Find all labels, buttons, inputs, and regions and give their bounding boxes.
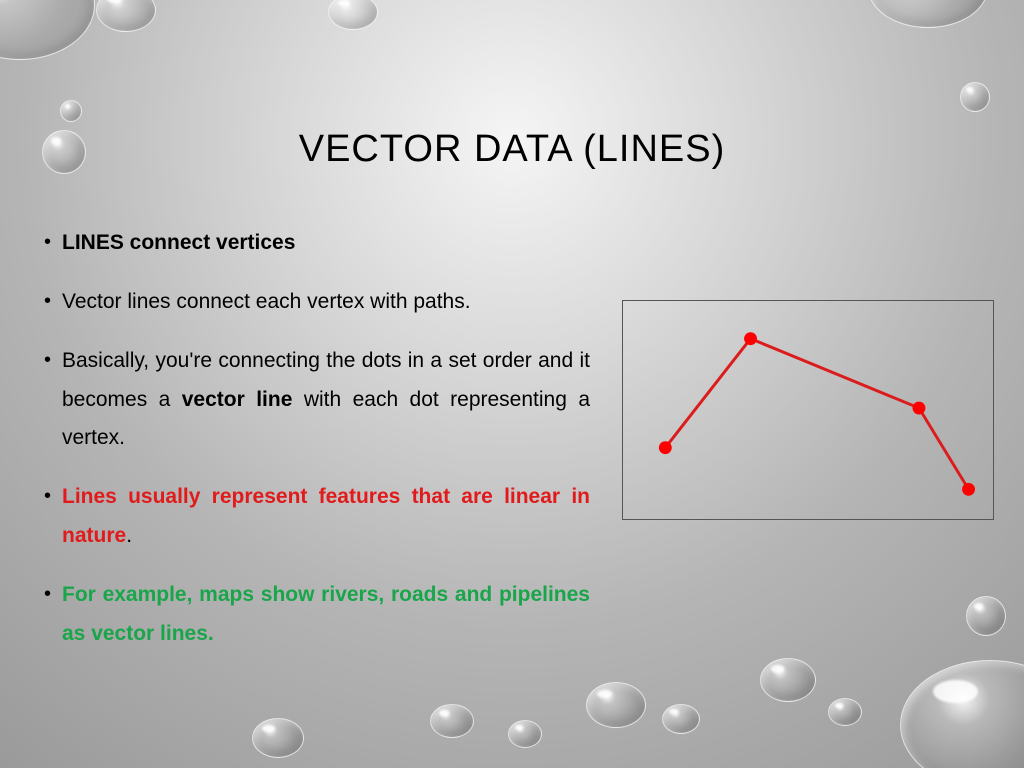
- bubble-deco: [662, 704, 700, 734]
- line-svg: [623, 301, 993, 519]
- bubble-deco: [508, 720, 542, 748]
- slide-title: VECTOR DATA (LINES): [0, 128, 1024, 171]
- bullet-item: For example, maps show rivers, roads and…: [40, 576, 590, 654]
- bubble-deco: [828, 698, 862, 726]
- bubble-deco: [96, 0, 156, 32]
- bubble-deco: [0, 0, 95, 60]
- bullet-item: Vector lines connect each vertex with pa…: [40, 283, 590, 322]
- bubble-deco: [60, 100, 82, 122]
- bubble-deco: [430, 704, 474, 738]
- bullet-text-red: Lines usually represent features that ar…: [62, 485, 590, 547]
- bullet-text: .: [126, 524, 132, 547]
- bullet-list: LINES connect vertices Vector lines conn…: [40, 224, 590, 674]
- bubble-deco: [960, 82, 990, 112]
- bullet-item: Basically, you're connecting the dots in…: [40, 342, 590, 459]
- line-diagram: [622, 300, 994, 520]
- bullet-text: LINES connect vertices: [62, 231, 295, 254]
- bubble-deco: [760, 658, 816, 702]
- bullet-item: LINES connect vertices: [40, 224, 590, 263]
- bubble-deco: [252, 718, 304, 758]
- bullet-text-strong: vector line: [182, 388, 293, 411]
- bullet-text: Vector lines connect each vertex with pa…: [62, 290, 471, 313]
- bubble-deco: [868, 0, 988, 28]
- bubble-deco: [328, 0, 378, 30]
- bubble-deco: [586, 682, 646, 728]
- bubble-deco: [900, 660, 1024, 768]
- bullet-text-green: For example, maps show rivers, roads and…: [62, 583, 590, 645]
- bubble-deco: [966, 596, 1006, 636]
- bullet-item: Lines usually represent features that ar…: [40, 478, 590, 556]
